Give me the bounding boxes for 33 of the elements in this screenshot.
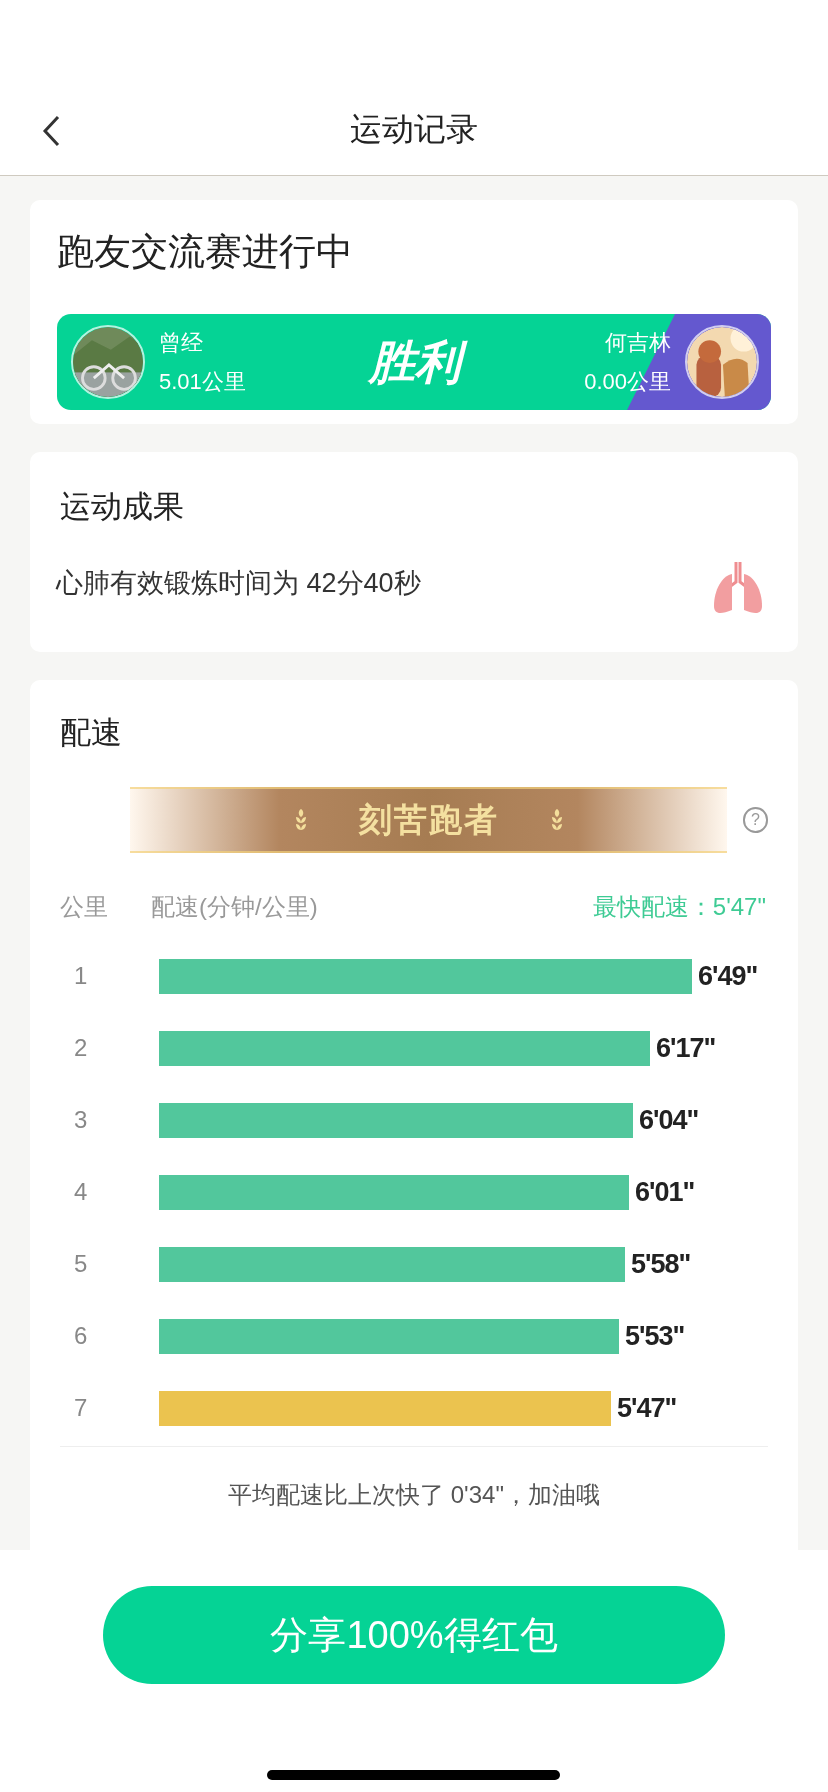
player-distance: 5.01公里 <box>159 368 246 396</box>
page-title: 运动记录 <box>350 110 478 149</box>
section-title: 运动成果 <box>60 488 185 526</box>
pace-value: 5'47" <box>617 1391 677 1425</box>
help-button[interactable]: ? <box>743 806 768 833</box>
share-button[interactable]: 分享100%得红包 <box>103 1586 725 1684</box>
column-header: 配速(分钟/公里) <box>151 891 319 922</box>
km-number: 3 <box>73 1105 89 1135</box>
fastest-pace-label: 最快配速：5'47" <box>592 891 766 922</box>
km-number: 6 <box>73 1321 89 1351</box>
pace-value: 6'04" <box>639 1103 699 1137</box>
km-number: 5 <box>73 1249 89 1279</box>
pace-value: 6'49" <box>698 959 758 993</box>
pace-value: 5'53" <box>625 1319 685 1353</box>
medal-title: 刻苦跑者 <box>358 799 499 840</box>
km-number: 2 <box>73 1033 89 1063</box>
km-number: 1 <box>73 961 89 991</box>
player-name: 曾经 <box>159 329 204 357</box>
pace-value: 6'17" <box>656 1031 716 1065</box>
cardio-time-text: 心肺有效锻炼时间为 42分40秒 <box>56 566 421 600</box>
section-title: 配速 <box>60 714 123 752</box>
km-number: 7 <box>73 1393 89 1423</box>
back-icon <box>42 115 60 147</box>
player-name: 何吉林 <box>605 329 671 357</box>
pace-value: 6'01" <box>635 1175 695 1209</box>
column-header: 公里 <box>60 891 109 922</box>
victory-label: 胜利 <box>245 327 585 397</box>
player-distance: 0.00公里 <box>584 368 671 396</box>
match-title: 跑友交流赛进行中 <box>57 230 354 274</box>
pace-value: 5'58" <box>631 1247 691 1281</box>
km-number: 4 <box>73 1177 89 1207</box>
lungs-icon <box>712 560 764 616</box>
pace-summary: 平均配速比上次快了 0'34"，加油哦 <box>227 1479 601 1510</box>
